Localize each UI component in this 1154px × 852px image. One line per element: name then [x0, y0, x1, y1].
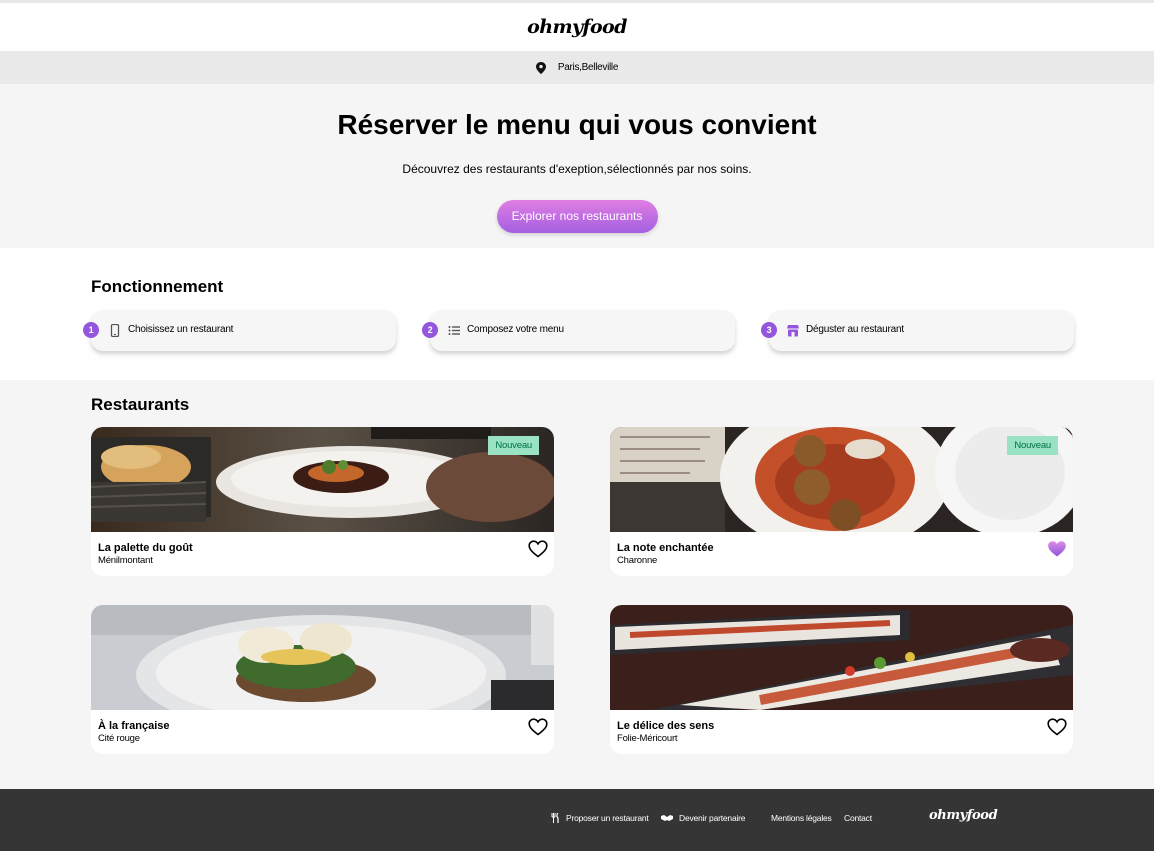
restaurant-photo — [91, 605, 554, 710]
footer-link-legal[interactable]: Mentions légales — [771, 813, 832, 823]
hero-title: Réserver le menu qui vous convient — [337, 109, 817, 140]
step-number: 3 — [761, 322, 777, 338]
location-bar: Paris,Belleville — [0, 51, 1154, 84]
restaurant-card[interactable]: Nouveau La note enchantée Charonne — [610, 427, 1073, 576]
restaurant-area: Ménilmontant — [98, 555, 153, 566]
step-card: 2 Composez votre menu — [422, 310, 735, 351]
footer-link-label: Devenir partenaire — [679, 813, 746, 823]
heart-icon[interactable] — [528, 718, 548, 736]
restaurant-name: La note enchantée — [617, 542, 714, 554]
step-card: 1 Choisissez un restaurant — [83, 310, 396, 351]
utensils-icon — [551, 813, 559, 823]
location-text: Paris,Belleville — [557, 62, 619, 73]
footer-link-partner[interactable]: Devenir partenaire — [661, 813, 746, 823]
restaurant-card[interactable]: À la française Cité rouge — [91, 605, 554, 754]
store-icon — [787, 325, 799, 337]
restaurant-card[interactable]: Le délice des sens Folie-Méricourt — [610, 605, 1073, 754]
restaurant-area: Folie-Méricourt — [617, 733, 678, 744]
logo[interactable]: ohmyfood — [527, 16, 627, 38]
restaurant-photo: Nouveau — [91, 427, 554, 532]
footer-link-label: Proposer un restaurant — [566, 813, 649, 823]
restaurant-card[interactable]: Nouveau La palette du goût Ménilmontant — [91, 427, 554, 576]
new-badge: Nouveau — [488, 436, 539, 455]
step-label: Déguster au restaurant — [806, 324, 904, 335]
restaurant-name: Le délice des sens — [617, 720, 715, 732]
site-header: ohmyfood — [0, 3, 1154, 51]
restaurant-photo: Nouveau — [610, 427, 1073, 532]
restaurant-name: À la française — [98, 720, 170, 732]
footer-link-propose[interactable]: Proposer un restaurant — [551, 813, 649, 823]
step-number: 2 — [422, 322, 438, 338]
footer-logo[interactable]: ohmyfood — [929, 808, 998, 823]
list-icon — [448, 326, 460, 335]
step-label: Choisissez un restaurant — [128, 324, 234, 335]
new-badge: Nouveau — [1007, 436, 1058, 455]
footer-link-label: Mentions légales — [771, 813, 832, 823]
heart-filled-icon[interactable] — [1047, 540, 1067, 558]
restaurant-photo — [610, 605, 1073, 710]
footer-link-contact[interactable]: Contact — [844, 813, 872, 823]
explore-restaurants-button[interactable]: Explorer nos restaurants — [496, 200, 658, 233]
step-label: Composez votre menu — [467, 324, 564, 335]
restaurant-name: La palette du goût — [98, 542, 193, 554]
restaurant-area: Charonne — [617, 555, 658, 566]
step-card: 3 Déguster au restaurant — [761, 310, 1074, 351]
restaurants-section: Restaurants Nouveau La palette du goût M… — [0, 380, 1154, 789]
step-number: 1 — [83, 322, 99, 338]
footer-link-label: Contact — [844, 813, 872, 823]
hero: Réserver le menu qui vous convient Décou… — [0, 84, 1154, 248]
phone-icon — [110, 324, 120, 337]
restaurants-title: Restaurants — [91, 395, 190, 414]
heart-icon[interactable] — [1047, 718, 1067, 736]
heart-icon[interactable] — [528, 540, 548, 558]
hero-subtitle: Découvrez des restaurants d'exeption,sél… — [402, 162, 752, 176]
how-it-works-title: Fonctionnement — [91, 277, 224, 296]
handshake-icon — [661, 815, 673, 821]
map-pin-icon — [535, 61, 546, 74]
restaurant-area: Cité rouge — [98, 733, 140, 744]
how-it-works-section: Fonctionnement 1 Choisissez un restauran… — [0, 248, 1154, 380]
site-footer: Proposer un restaurant Devenir partenair… — [0, 789, 1154, 851]
